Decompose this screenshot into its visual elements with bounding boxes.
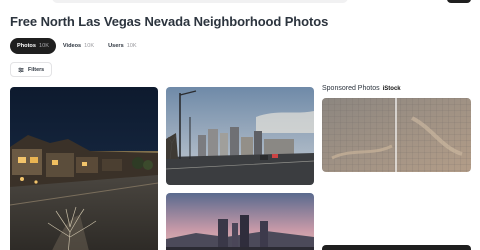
tab-count: 10K [84, 43, 95, 49]
tab-label: Users [108, 43, 124, 49]
sponsored-photo-aerial[interactable] [322, 98, 471, 172]
filters-label: Filters [28, 66, 45, 73]
tab-count: 10K [38, 43, 49, 49]
tab-videos[interactable]: Videos 10K [56, 38, 101, 54]
tab-label: Photos [17, 43, 36, 49]
tab-users[interactable]: Users 10K [101, 38, 144, 54]
media-type-tabs: Photos 10K Videos 10K Users 10K [10, 38, 144, 54]
photo-skyline-sunset[interactable] [166, 193, 314, 250]
header-action-button[interactable] [447, 0, 471, 3]
tab-label: Videos [62, 43, 82, 49]
tab-count: 10K [126, 43, 137, 49]
search-bar[interactable] [52, 0, 348, 3]
photo-city-street[interactable] [166, 87, 314, 185]
sliders-icon [18, 67, 24, 72]
sponsored-label: Sponsored Photos [322, 85, 380, 92]
sponsored-header: Sponsored Photos iStock [322, 85, 401, 92]
page-title: Free North Las Vegas Nevada Neighborhood… [10, 14, 329, 29]
istock-logo: iStock [382, 85, 401, 92]
sponsored-photo-dark[interactable] [322, 245, 471, 250]
tab-photos[interactable]: Photos 10K [10, 38, 56, 54]
photo-night-neighborhood[interactable] [10, 87, 158, 250]
filters-button[interactable]: Filters [10, 62, 53, 77]
